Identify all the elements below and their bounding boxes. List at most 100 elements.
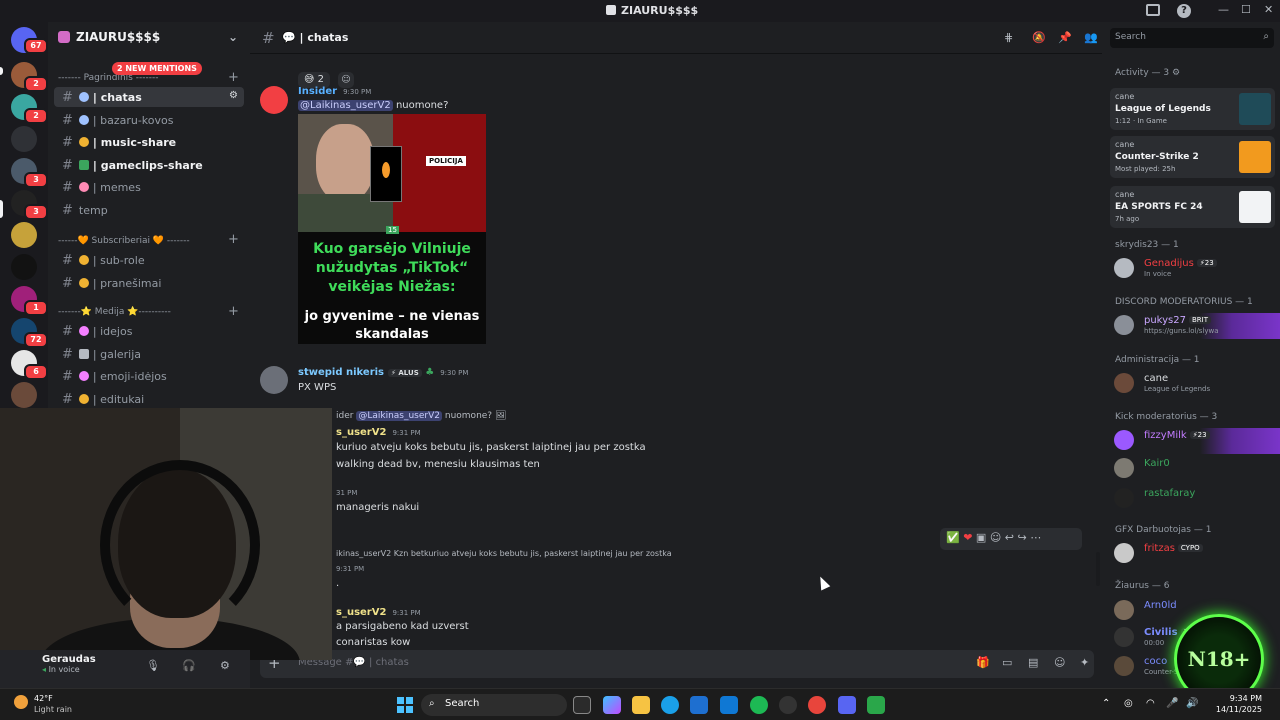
member-item[interactable]: fizzyMilk ⚡23 [1114, 428, 1274, 454]
wifi-icon[interactable]: ◠ [1146, 698, 1155, 709]
gear-icon[interactable]: ⚙ [1172, 68, 1180, 78]
user-mention[interactable]: @Laikinas_userV2 [356, 411, 442, 421]
sticker-icon[interactable]: ▤ [1028, 656, 1038, 669]
invite-and-settings-icon[interactable]: ⚙ [229, 90, 238, 101]
channel-editukai[interactable]: # | editukai [54, 389, 244, 409]
heart-reaction-icon[interactable]: ❤ [963, 531, 972, 544]
member-item[interactable]: cane League of Legends [1114, 371, 1274, 397]
headphones-icon[interactable]: 🎧 [182, 659, 196, 672]
weather-temp[interactable]: 42°F [34, 694, 53, 703]
inbox-icon[interactable] [1146, 4, 1160, 16]
channel-gameclips-share[interactable]: # | gameclips-share [54, 155, 244, 175]
member-item[interactable]: Kair0 [1114, 456, 1274, 482]
avatar[interactable] [260, 366, 288, 394]
channel-idejos[interactable]: # | idejos [54, 321, 244, 341]
channel-memes[interactable]: # | memes [54, 177, 244, 197]
forward-icon[interactable]: ↪ [1018, 531, 1027, 544]
app-icon[interactable] [867, 696, 885, 714]
avatar[interactable] [260, 86, 288, 114]
server-icon[interactable] [11, 382, 37, 408]
chevron-down-icon[interactable]: ⌄ [228, 30, 238, 44]
edge-icon[interactable] [661, 696, 679, 714]
news-image-embed[interactable]: POLICIJA 15 Kuo garsėjo Vilniuje nužudyt… [298, 114, 486, 344]
close-button[interactable]: ✕ [1264, 3, 1273, 16]
emoji-reaction-icon[interactable]: ▣ [976, 531, 986, 544]
chrome-icon[interactable] [808, 696, 826, 714]
discord-taskbar-icon[interactable] [838, 696, 856, 714]
member-list-icon[interactable]: 👥 [1084, 31, 1098, 44]
server-header[interactable]: ZIAURU$$$$ ⌄ [48, 22, 250, 52]
server-icon[interactable] [11, 222, 37, 248]
minimize-button[interactable]: — [1218, 3, 1229, 16]
scrollbar[interactable] [1096, 552, 1100, 586]
server-icon[interactable] [11, 126, 37, 152]
category-header[interactable]: -------⭐ Medija ⭐---------- [58, 307, 171, 317]
steam-icon[interactable] [779, 696, 797, 714]
user-mention[interactable]: @Laikinas_userV2 [298, 100, 393, 111]
check-reaction-icon[interactable]: ✅ [946, 531, 960, 544]
channel-bazaru-kovos[interactable]: # | bazaru-kovos [54, 110, 244, 130]
tray-chevron-icon[interactable]: ⌃ [1102, 698, 1110, 709]
volume-icon[interactable]: 🔊 [1186, 698, 1198, 709]
add-reaction-icon[interactable]: ☺ [990, 531, 1001, 544]
microphone-icon[interactable]: 🎙 [146, 659, 160, 672]
add-channel-icon[interactable]: + [228, 232, 239, 247]
member-item[interactable]: Genadijus ⚡23 In voice [1114, 256, 1274, 282]
server-icon[interactable] [11, 254, 37, 280]
outlook-icon[interactable] [720, 696, 738, 714]
file-explorer-icon[interactable] [632, 696, 650, 714]
mute-icon[interactable]: 🔕 [1032, 31, 1046, 44]
message-author[interactable]: stwepid nikeris ⚡ ALUS ♣ 9:30 PM [298, 367, 468, 378]
channel-sub-role[interactable]: # | sub-role [54, 250, 244, 270]
channel-emoji-idejos[interactable]: # | emoji-idėjos [54, 366, 244, 386]
channel-pranesimai[interactable]: # | pranešimai [54, 273, 244, 293]
search-icon: ⌕ [1263, 31, 1269, 42]
channel-galerija[interactable]: # | galerija [54, 344, 244, 364]
category-header[interactable]: ------🧡 Subscriberiai 🧡 ------- [58, 236, 190, 246]
settings-gear-icon[interactable]: ⚙ [220, 659, 230, 672]
clock-date[interactable]: 14/11/2025 [1208, 705, 1262, 714]
new-mentions-badge[interactable]: 2 NEW MENTIONS [112, 62, 202, 75]
weather-condition[interactable]: Light rain [34, 705, 72, 714]
gift-icon[interactable]: 🎁 [976, 656, 990, 669]
add-channel-icon[interactable]: + [228, 304, 239, 319]
maximize-button[interactable]: ☐ [1241, 3, 1251, 16]
channel-label: | bazaru-kovos [92, 114, 174, 127]
reply-preview[interactable]: ider @Laikinas_userV2 nuomone? 🖼 [336, 411, 506, 421]
pin-icon[interactable]: 📌 [1058, 31, 1072, 44]
more-icon[interactable]: ⋯ [1030, 531, 1041, 544]
activity-card[interactable]: cane EA SPORTS FC 24 7h ago [1110, 186, 1275, 228]
apps-icon[interactable]: ✦ [1080, 656, 1089, 669]
weather-icon[interactable] [14, 695, 28, 709]
mic-tray-icon[interactable]: 🎤 [1166, 698, 1178, 709]
taskbar-search[interactable]: ⌕ Search [421, 694, 567, 716]
channel-music-share[interactable]: # | music-share [54, 132, 244, 152]
threads-icon[interactable]: ⋕ [1004, 31, 1013, 44]
message-author[interactable]: s_userV2 9:31 PM [336, 427, 421, 438]
help-icon[interactable]: ? [1177, 4, 1191, 18]
username[interactable]: Geraudas [42, 654, 96, 665]
activity-card[interactable]: cane League of Legends 1:12 · In Game [1110, 88, 1275, 130]
spotify-icon[interactable] [750, 696, 768, 714]
channel-temp[interactable]: # temp [54, 200, 244, 220]
emoji-icon[interactable]: ☺ [1054, 656, 1065, 669]
message-author[interactable]: Insider 9:30 PM [298, 86, 371, 97]
reply-icon[interactable]: ↩ [1005, 531, 1014, 544]
tray-app-icon[interactable]: ◎ [1124, 698, 1133, 709]
message-author[interactable]: s_userV2 9:31 PM [336, 607, 421, 618]
copilot-icon[interactable] [603, 696, 621, 714]
gif-icon[interactable]: ▭ [1002, 656, 1012, 669]
member-item[interactable]: rastafaray [1114, 486, 1274, 512]
member-item[interactable]: fritzas CYPO [1114, 541, 1274, 567]
add-channel-icon[interactable]: + [228, 70, 239, 85]
channel-chatas[interactable]: # | chatas ⚙ [54, 87, 244, 107]
reply-preview[interactable]: ikinas_userV2 Kzn betkuriuo atveju koks … [336, 549, 672, 558]
windows-start-icon[interactable] [397, 697, 413, 713]
activity-card[interactable]: cane Counter-Strike 2 Most played: 25h [1110, 136, 1275, 178]
member-item[interactable]: pukys27 BRIT https://guns.lol/slywa [1114, 313, 1274, 339]
message-composer[interactable]: + Message #💬 | chatas 🎁 ▭ ▤ ☺ ✦ [260, 650, 1094, 678]
search-input[interactable]: Search ⌕ [1110, 28, 1274, 48]
task-view-icon[interactable] [573, 696, 591, 714]
store-icon[interactable] [690, 696, 708, 714]
clock-time[interactable]: 9:34 PM [1208, 694, 1262, 703]
